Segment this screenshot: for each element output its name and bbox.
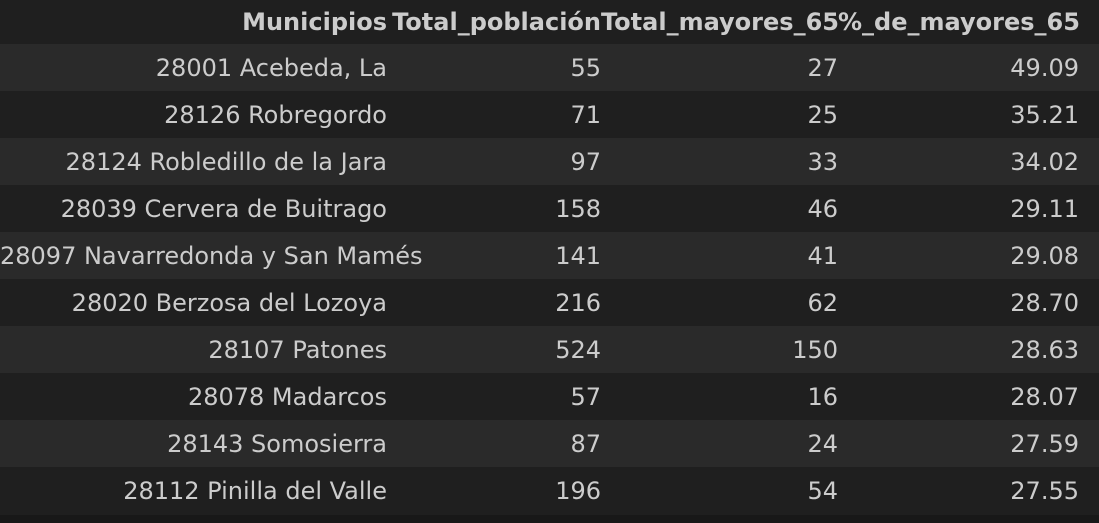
table-header-row: Municipios Total_población Total_mayores…: [0, 0, 1099, 44]
cell-total-poblacion: 97: [570, 147, 601, 176]
cell-municipio: 28112 Pinilla del Valle: [123, 476, 387, 505]
data-table: Municipios Total_población Total_mayores…: [0, 0, 1099, 514]
cell-total-poblacion: 216: [555, 288, 601, 317]
cell-municipio: 28124 Robledillo de la Jara: [65, 147, 387, 176]
cell-total-mayores-65: 54: [807, 476, 838, 505]
cell-total-poblacion: 71: [570, 100, 601, 129]
cell-total-mayores-65: 33: [807, 147, 838, 176]
cell-pct-mayores-65: 34.02: [1010, 147, 1079, 176]
cell-municipio: 28143 Somosierra: [167, 429, 387, 458]
cell-total-mayores-65: 46: [807, 194, 838, 223]
table-row: 28112 Pinilla del Valle 196 54 27.55: [0, 467, 1099, 514]
table-row: 28078 Madarcos 57 16 28.07: [0, 373, 1099, 420]
table-row: 28107 Patones 524 150 28.63: [0, 326, 1099, 373]
cell-municipio: 28039 Cervera de Buitrago: [60, 194, 387, 223]
cell-pct-mayores-65: 28.70: [1010, 288, 1079, 317]
cell-total-poblacion: 55: [570, 53, 601, 82]
cell-pct-mayores-65: 27.59: [1010, 429, 1079, 458]
cell-pct-mayores-65: 27.55: [1010, 476, 1079, 505]
table-row: 28020 Berzosa del Lozoya 216 62 28.70: [0, 279, 1099, 326]
cell-total-poblacion: 57: [570, 382, 601, 411]
cell-total-mayores-65: 24: [807, 429, 838, 458]
cell-total-mayores-65: 16: [807, 382, 838, 411]
cell-municipio: 28078 Madarcos: [187, 382, 387, 411]
cell-municipio: 28097 Navarredonda y San Mamés: [0, 241, 423, 270]
cell-total-poblacion: 87: [570, 429, 601, 458]
header-pct-mayores-65: %_de_mayores_65: [838, 8, 1080, 36]
cell-pct-mayores-65: 28.63: [1010, 335, 1079, 364]
cell-total-mayores-65: 62: [807, 288, 838, 317]
table-row: 28126 Robregordo 71 25 35.21: [0, 91, 1099, 138]
header-municipios: Municipios: [242, 8, 387, 36]
table-row: 28039 Cervera de Buitrago 158 46 29.11: [0, 185, 1099, 232]
cell-total-poblacion: 196: [555, 476, 601, 505]
header-total-poblacion: Total_población: [392, 8, 601, 36]
cell-municipio: 28001 Acebeda, La: [155, 53, 387, 82]
header-total-mayores-65: Total_mayores_65: [601, 8, 839, 36]
cell-municipio: 28126 Robregordo: [164, 100, 387, 129]
table-row: 28143 Somosierra 87 24 27.59: [0, 420, 1099, 467]
cell-pct-mayores-65: 49.09: [1010, 53, 1079, 82]
cell-total-mayores-65: 41: [807, 241, 838, 270]
table-row: 28097 Navarredonda y San Mamés 141 41 29.08: [0, 232, 1099, 279]
cell-total-poblacion: 524: [555, 335, 601, 364]
table-row: 28124 Robledillo de la Jara 97 33 34.02: [0, 138, 1099, 185]
table-body: 28001 Acebeda, La 55 27 49.09 28126 Robregor…: [0, 44, 1099, 514]
horizontal-scrollbar[interactable]: [0, 515, 1099, 523]
cell-total-poblacion: 141: [555, 241, 601, 270]
cell-total-poblacion: 158: [555, 194, 601, 223]
cell-municipio: 28020 Berzosa del Lozoya: [71, 288, 387, 317]
cell-pct-mayores-65: 29.08: [1010, 241, 1079, 270]
cell-total-mayores-65: 27: [807, 53, 838, 82]
cell-pct-mayores-65: 35.21: [1010, 100, 1079, 129]
cell-total-mayores-65: 25: [807, 100, 838, 129]
cell-municipio: 28107 Patones: [208, 335, 387, 364]
cell-pct-mayores-65: 29.11: [1010, 194, 1079, 223]
table-row: 28001 Acebeda, La 55 27 49.09: [0, 44, 1099, 91]
cell-pct-mayores-65: 28.07: [1010, 382, 1079, 411]
cell-total-mayores-65: 150: [792, 335, 838, 364]
